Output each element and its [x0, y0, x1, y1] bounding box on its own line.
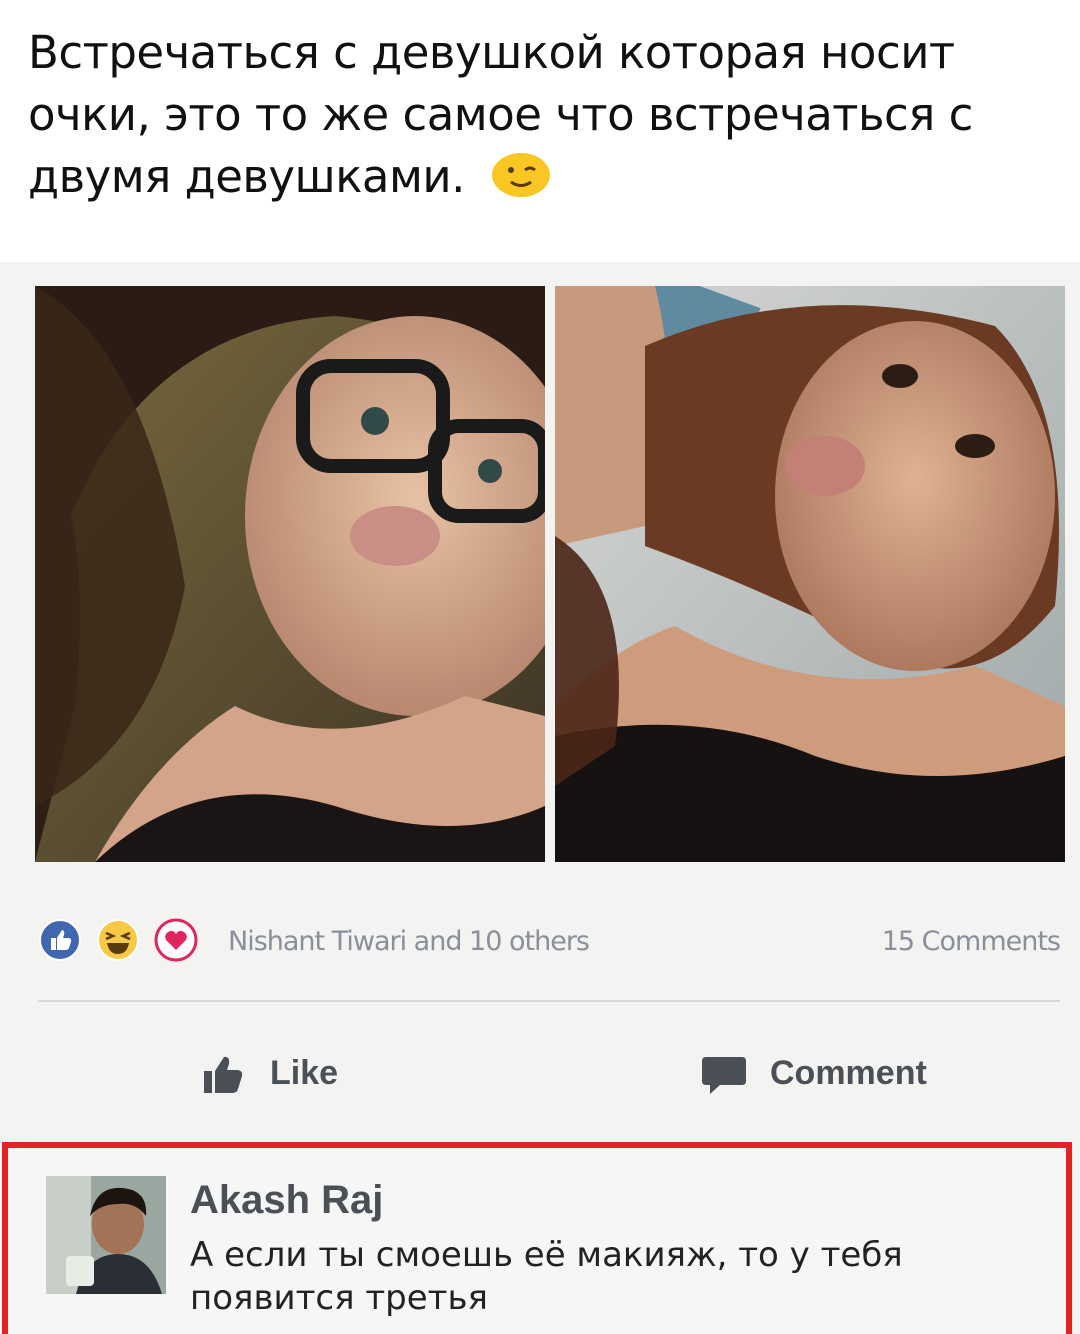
comment-button[interactable]: Comment [700, 1048, 927, 1098]
comment-bubble-icon [702, 1057, 746, 1094]
meme-caption: Встречаться с девушкой которая носит очк… [28, 22, 1068, 208]
commenter-avatar[interactable] [46, 1176, 166, 1294]
comment-text: А если ты смоешь её макияж, то у тебя по… [190, 1235, 903, 1318]
photo-without-glasses-image [555, 286, 1065, 862]
comment-label: Comment [770, 1053, 927, 1092]
like-label: Like [270, 1053, 339, 1092]
highlighted-comment: Akash Raj А если ты смоешь её макияж, то… [2, 1142, 1072, 1334]
post-photo-with-glasses[interactable] [35, 286, 545, 862]
winking-face-emoji-icon [491, 153, 550, 197]
post-photo-without-glasses[interactable] [555, 286, 1065, 862]
thumbs-up-icon [204, 1056, 243, 1093]
liked-by-text[interactable]: Nishant Tiwari and 10 others [228, 926, 590, 957]
avatar-image [46, 1176, 166, 1294]
love-reaction-icon [154, 918, 198, 962]
like-reaction-icon [39, 919, 81, 961]
comment-count[interactable]: 15 Comments [882, 926, 1061, 957]
post-reactions-summary[interactable]: Nishant Tiwari and 10 others 15 Comments [38, 918, 1068, 968]
haha-reaction-icon [97, 919, 139, 961]
comment-author-name[interactable]: Akash Raj [190, 1178, 383, 1223]
actions-divider [38, 1000, 1060, 1002]
like-button[interactable]: Like [200, 1048, 338, 1098]
photo-with-glasses-image [35, 286, 545, 862]
